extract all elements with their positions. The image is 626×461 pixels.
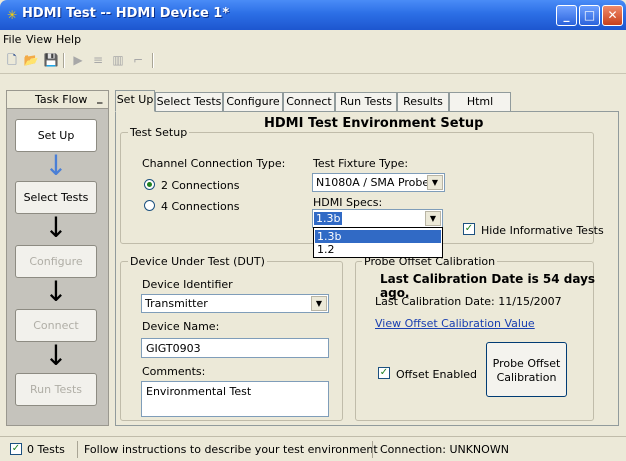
toolbar-separator: [63, 53, 65, 68]
app-icon: ✳: [7, 8, 18, 22]
minimize-button[interactable]: _: [556, 5, 577, 26]
hide-informative-label[interactable]: Hide Informative Tests: [481, 224, 604, 237]
tests-checkbox[interactable]: ✓: [10, 443, 22, 455]
task-flow-minimize-button[interactable]: _: [97, 91, 103, 104]
probe-offset-calibration-button[interactable]: Probe Offset Calibration: [486, 342, 567, 397]
close-button[interactable]: ✕: [602, 5, 623, 26]
tab-select-tests[interactable]: Select Tests: [155, 92, 223, 112]
comments-value: Environmental Test: [146, 385, 252, 398]
toolbar: 🗋 📂 💾 ▶ ≡ ▥ ⌐: [0, 48, 626, 74]
dut-title: Device Under Test (DUT): [128, 255, 267, 268]
offset-enabled-label[interactable]: Offset Enabled: [396, 368, 477, 381]
task-flow-panel: Task Flow _ Set Up ↓ Select Tests ↓ Conf…: [6, 90, 109, 426]
new-file-icon[interactable]: 🗋: [3, 52, 21, 69]
open-folder-icon[interactable]: 📂: [22, 52, 40, 69]
tab-run-tests[interactable]: Run Tests: [335, 92, 397, 112]
last-calibration-date: Last Calibration Date: 11/15/2007: [375, 295, 562, 308]
device-identifier-select[interactable]: Transmitter ▼: [141, 294, 329, 313]
taskflow-setup-button[interactable]: Set Up: [15, 119, 97, 152]
tests-count: 0 Tests: [27, 443, 65, 456]
flow-arrow-down-icon: ↓: [44, 149, 68, 182]
page-title: HDMI Test Environment Setup: [264, 116, 484, 131]
comments-textarea[interactable]: Environmental Test: [141, 381, 329, 417]
run-icon[interactable]: ▶: [69, 52, 87, 69]
radio-2-connections[interactable]: [144, 179, 155, 190]
device-name-input[interactable]: GIGT0903: [141, 338, 329, 358]
device-identifier-value: Transmitter: [145, 297, 208, 310]
chevron-down-icon[interactable]: ▼: [425, 211, 441, 226]
tab-connect[interactable]: Connect: [283, 92, 335, 112]
menu-view[interactable]: View: [26, 33, 52, 46]
radio-4-connections-label[interactable]: 4 Connections: [161, 200, 239, 213]
menu-help[interactable]: Help: [56, 33, 81, 46]
toolbar-separator: [152, 53, 154, 68]
task-flow-title: Task Flow: [35, 93, 88, 106]
radio-2-connections-label[interactable]: 2 Connections: [161, 179, 239, 192]
title-bar[interactable]: ✳ HDMI Test -- HDMI Device 1* _ □ ✕: [0, 0, 626, 30]
device-identifier-label: Device Identifier: [142, 278, 233, 291]
taskflow-connect-button[interactable]: Connect: [15, 309, 97, 342]
test-setup-title: Test Setup: [128, 126, 190, 139]
add-tests-icon[interactable]: ≡: [89, 52, 107, 69]
save-icon[interactable]: 💾: [42, 52, 60, 69]
test-fixture-value: N1080A / SMA Probe: [316, 176, 430, 189]
task-flow-header: Task Flow _: [7, 91, 108, 109]
view-offset-calibration-link[interactable]: View Offset Calibration Value: [375, 317, 535, 330]
hdmi-specs-value: 1.3b: [314, 212, 343, 225]
probe-offset-button-line2: Calibration: [496, 371, 557, 384]
hdmi-specs-option-1-2[interactable]: 1.2: [315, 243, 441, 256]
tab-configure[interactable]: Configure: [223, 92, 283, 112]
window-title: HDMI Test -- HDMI Device 1*: [22, 6, 230, 21]
hdmi-specs-label: HDMI Specs:: [313, 196, 383, 209]
hdmi-specs-dropdown-list: 1.3b 1.2: [313, 227, 443, 258]
flow-arrow-down-icon: ↓: [44, 211, 68, 244]
status-message: Follow instructions to describe your tes…: [84, 443, 378, 456]
flow-arrow-down-icon: ↓: [44, 339, 68, 372]
tab-html-report[interactable]: Html Report: [449, 92, 511, 126]
app-window: ✳ HDMI Test -- HDMI Device 1* _ □ ✕ File…: [0, 0, 626, 461]
test-fixture-select[interactable]: N1080A / SMA Probe ▼: [312, 173, 445, 192]
chevron-down-icon[interactable]: ▼: [427, 175, 443, 190]
device-name-value: GIGT0903: [146, 342, 201, 355]
maximize-button[interactable]: □: [579, 5, 600, 26]
taskflow-select-tests-button[interactable]: Select Tests: [15, 181, 97, 214]
offset-enabled-checkbox[interactable]: ✓: [378, 367, 390, 379]
status-bar: ✓ 0 Tests Follow instructions to describ…: [0, 436, 626, 461]
chevron-down-icon[interactable]: ▼: [311, 296, 327, 311]
bar-chart-icon[interactable]: ▥: [109, 52, 127, 69]
taskflow-run-tests-button[interactable]: Run Tests: [15, 373, 97, 406]
tab-results[interactable]: Results: [397, 92, 449, 112]
hdmi-specs-select[interactable]: 1.3b ▼: [312, 209, 443, 228]
menu-bar: File View Help: [0, 30, 626, 48]
menu-file[interactable]: File: [3, 33, 21, 46]
taskflow-configure-button[interactable]: Configure: [15, 245, 97, 278]
status-divider: [77, 441, 78, 458]
comments-label: Comments:: [142, 365, 206, 378]
connection-status: Connection: UNKNOWN: [380, 443, 509, 456]
stop-icon[interactable]: ⌐: [129, 52, 147, 69]
device-name-label: Device Name:: [142, 320, 220, 333]
flow-arrow-down-icon: ↓: [44, 275, 68, 308]
radio-4-connections[interactable]: [144, 200, 155, 211]
channel-connection-label: Channel Connection Type:: [142, 157, 286, 170]
test-fixture-label: Test Fixture Type:: [313, 157, 409, 170]
probe-offset-button-line1: Probe Offset: [492, 357, 561, 370]
hdmi-specs-option-1-3b[interactable]: 1.3b: [315, 230, 441, 243]
tab-set-up[interactable]: Set Up: [115, 90, 155, 112]
hide-informative-checkbox[interactable]: ✓: [463, 223, 475, 235]
status-divider: [372, 441, 373, 458]
